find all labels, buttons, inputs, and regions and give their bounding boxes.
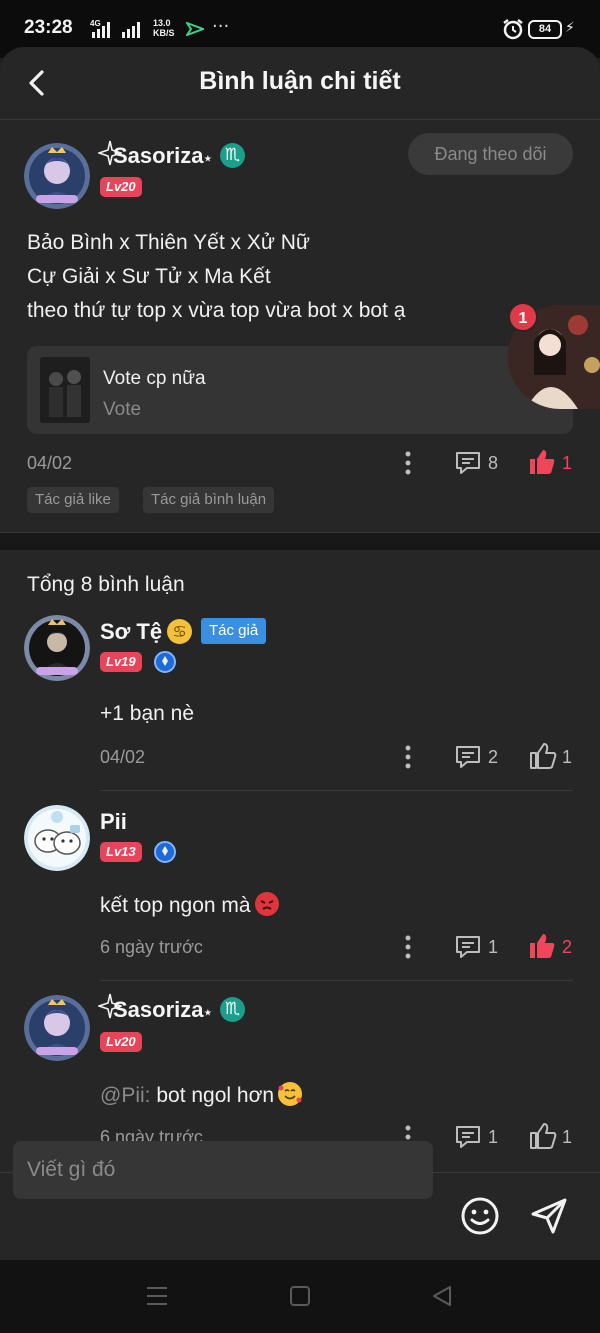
comment-2-level: Lv13: [100, 842, 142, 862]
tag-author-liked: Tác giả like: [27, 487, 119, 513]
comment-3-level: Lv20: [100, 1032, 142, 1052]
page-title: Bình luận chi tiết: [199, 67, 401, 95]
comment-input-box[interactable]: [13, 1141, 433, 1199]
thumbs-up-icon[interactable]: [527, 447, 557, 477]
header: Bình luận chi tiết: [0, 47, 600, 119]
angry-face-emoji-icon: [254, 892, 279, 916]
comment-3-reply-count: 1: [488, 1127, 499, 1147]
comment-3-author-name-text: Sasoriza: [113, 997, 204, 1022]
comment-divider: [100, 790, 573, 791]
comment-1-author-name[interactable]: Sơ Tệ: [100, 619, 162, 645]
post-author-avatar[interactable]: [24, 143, 90, 209]
comment-2-author-name[interactable]: Pii: [100, 809, 127, 835]
post-author-name-text: Sasoriza: [113, 143, 204, 168]
status-time: 23:28: [24, 17, 73, 38]
app-notification-icon: [186, 22, 204, 36]
send-icon[interactable]: [528, 1195, 570, 1237]
comment-3-author-suffix: ⋆: [203, 1004, 213, 1020]
comment-3-text: @Pii: bot ngol hơn: [100, 1082, 303, 1108]
comment-2-reply-count: 1: [488, 937, 499, 957]
network-label: 4G: [90, 19, 101, 28]
post-author-name[interactable]: Sasoriza⋆: [113, 143, 212, 169]
comment-3-author-name[interactable]: Sasoriza⋆: [113, 997, 212, 1023]
cancer-zodiac-icon: ♋: [167, 619, 192, 644]
more-vertical-icon[interactable]: [398, 449, 418, 477]
post-author-suffix: ⋆: [203, 150, 213, 166]
author-badge: Tác giả: [201, 618, 267, 644]
post-line-3: theo thứ tự top x vừa top vừa bot x bot …: [27, 299, 406, 322]
comment-icon[interactable]: [454, 933, 482, 961]
comment-2-like-count: 2: [562, 937, 573, 957]
tag-author-commented: Tác giả bình luận: [143, 487, 275, 513]
comment-3-avatar[interactable]: [24, 995, 90, 1061]
back-triangle-icon[interactable]: [430, 1285, 454, 1307]
scorpio-icon: ♏: [220, 143, 245, 168]
speed-unit: KB/S: [153, 28, 175, 38]
menu-icon[interactable]: [145, 1285, 169, 1307]
comment-2-avatar[interactable]: [24, 805, 90, 871]
comment-2-text-content: kết top ngon mà: [100, 894, 251, 917]
comment-3-mention[interactable]: @Pii:: [100, 1084, 151, 1107]
follow-button[interactable]: Đang theo dõi: [408, 133, 573, 175]
comment-1-reply-count: 2: [488, 747, 499, 767]
comment-divider: [100, 980, 573, 981]
comment-2-text: kết top ngon mà: [100, 892, 279, 918]
post-author-level: Lv20: [100, 177, 142, 197]
comment-1-like-count: 1: [562, 747, 573, 767]
comment-1-text: +1 bạn nè: [100, 702, 195, 725]
diamond-rank-icon: [154, 841, 176, 863]
comment-icon[interactable]: [454, 743, 482, 771]
comment-detail-sheet: Bình luận chi tiết Sasoriza⋆ ♏ Lv20 Đang…: [0, 47, 600, 1260]
more-vertical-icon[interactable]: [398, 743, 418, 771]
alarm-icon: [503, 19, 523, 40]
signal-icon: 4G: [90, 19, 140, 38]
post-like-count: 1: [562, 453, 573, 473]
section-gap: [0, 532, 600, 550]
vote-card-title: Vote cp nữa: [103, 368, 206, 389]
scorpio-icon: ♏: [220, 997, 245, 1022]
comment-3-text-content: bot ngol hơn: [150, 1084, 275, 1107]
comment-icon[interactable]: [454, 449, 482, 477]
comment-1-date: 04/02: [100, 747, 146, 767]
speed-value: 13.0: [153, 18, 171, 28]
post-date: 04/02: [27, 453, 73, 473]
post-comment-count: 8: [488, 453, 499, 473]
diamond-rank-icon: [154, 651, 176, 673]
vote-thumbnail: [40, 357, 90, 423]
vote-card-subtitle: Vote: [103, 399, 142, 420]
battery-indicator: 84: [528, 20, 562, 39]
thumbs-up-icon[interactable]: [528, 741, 558, 771]
comment-1-level: Lv19: [100, 652, 142, 672]
more-vertical-icon[interactable]: [398, 933, 418, 961]
smiling-hearts-emoji-icon: [278, 1082, 303, 1106]
charging-icon: ⚡: [565, 20, 575, 36]
thumbs-up-icon[interactable]: [528, 1121, 558, 1151]
header-divider: [0, 119, 600, 120]
vote-card[interactable]: Vote cp nữa Vote: [27, 346, 573, 434]
comment-icon[interactable]: [454, 1123, 482, 1151]
comment-3-like-count: 1: [562, 1127, 573, 1147]
floating-notification-badge: 1: [508, 302, 538, 332]
system-nav-bar: [0, 1260, 600, 1333]
total-comments-label: Tổng 8 bình luận: [27, 573, 185, 596]
emoji-icon[interactable]: [459, 1195, 501, 1237]
comment-input[interactable]: [13, 1141, 433, 1199]
thumbs-up-icon[interactable]: [527, 931, 557, 961]
home-square-icon[interactable]: [288, 1285, 312, 1307]
post-line-1: Bảo Bình x Thiên Yết x Xử Nữ: [27, 231, 310, 254]
post-line-2: Cự Giải x Sư Tử x Ma Kết: [27, 265, 271, 288]
more-notifications-icon: ···: [212, 16, 230, 37]
comment-1-avatar[interactable]: [24, 615, 90, 681]
network-speed: 13.0 KB/S: [153, 18, 175, 38]
comment-2-date: 6 ngày trước: [100, 937, 203, 957]
